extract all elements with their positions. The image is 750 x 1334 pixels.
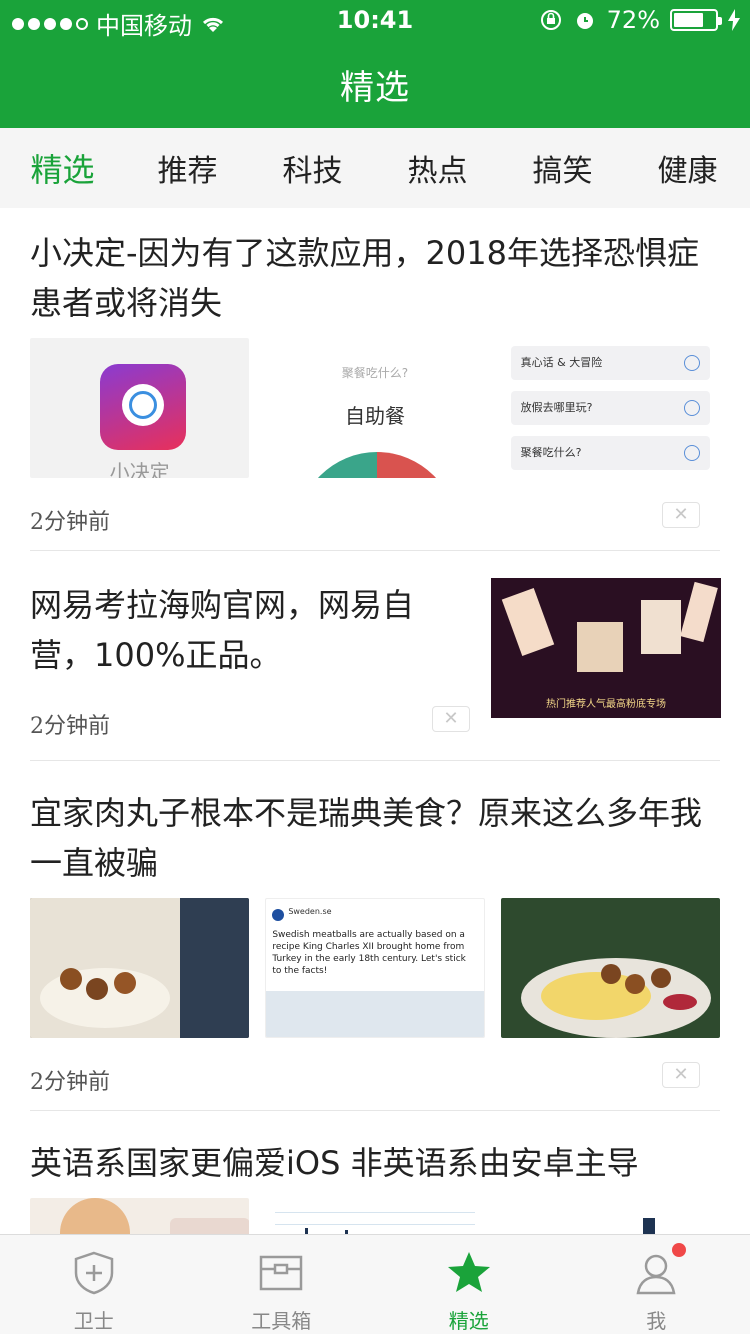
bottom-nav: 卫士 工具箱 精选 我 bbox=[0, 1234, 750, 1334]
app-icon-image: 小决定 bbox=[30, 338, 250, 478]
battery-icon bbox=[670, 9, 722, 31]
notification-badge bbox=[672, 1243, 686, 1257]
article-time: 2分钟前 bbox=[30, 1070, 110, 1095]
news-feed[interactable]: 小决定-因为有了这款应用，2018年选择恐惧症患者或将消失 小决定 聚餐吃什么?… bbox=[0, 208, 750, 1234]
wheel-image: 聚餐吃什么? 自助餐 bbox=[265, 338, 485, 478]
decision-list-item: 聚餐吃什么? bbox=[510, 436, 710, 470]
ad-caption: 热门推荐人气最高粉底专场 bbox=[546, 699, 666, 710]
nav-label: 工具箱 bbox=[251, 1309, 312, 1333]
dismiss-button[interactable]: ✕ bbox=[432, 706, 470, 732]
article-title[interactable]: 网易考拉海购官网，网易自营，100%正品。 bbox=[30, 580, 450, 680]
nav-me[interactable]: 我 bbox=[563, 1235, 750, 1334]
battery-fill bbox=[674, 13, 703, 27]
cosmetics-ad-image: 热门推荐人气最高粉底专场 bbox=[491, 578, 721, 718]
market-share-chart-image bbox=[265, 1198, 485, 1234]
battery-percent: 72% bbox=[606, 6, 660, 34]
article-card[interactable]: 网易考拉海购官网，网易自营，100%正品。 热门推荐人气最高粉底专场 2分钟前 … bbox=[30, 578, 721, 742]
article-images: Sweden.se Swedish meatballs are actually… bbox=[30, 898, 720, 1038]
article-images bbox=[30, 1198, 720, 1234]
top-bar: 中国移动 10:41 72% 精选 bbox=[0, 0, 750, 128]
article-card[interactable]: 宜家肉丸子根本不是瑞典美食？原来这么多年我一直被骗 Sweden.se Swed… bbox=[30, 788, 720, 1098]
article-card[interactable]: 小决定-因为有了这款应用，2018年选择恐惧症患者或将消失 小决定 聚餐吃什么?… bbox=[30, 228, 720, 538]
divider bbox=[30, 760, 720, 761]
shield-plus-icon bbox=[74, 1251, 113, 1295]
alarm-icon bbox=[576, 13, 593, 29]
person-icon bbox=[636, 1254, 676, 1295]
nav-label: 精选 bbox=[448, 1309, 489, 1333]
decision-list-item: 放假去哪里玩? bbox=[510, 391, 710, 425]
divider bbox=[30, 1110, 720, 1111]
info-icon bbox=[683, 355, 700, 371]
tab-tech[interactable]: 科技 bbox=[250, 146, 375, 190]
article-images: 小决定 聚餐吃什么? 自助餐 真心话 & 大冒险 放假去哪里玩? 聚餐吃什么? bbox=[30, 338, 720, 478]
tab-health[interactable]: 健康 bbox=[625, 146, 750, 190]
article-card[interactable]: 英语系国家更偏爱iOS 非英语系由安卓主导 bbox=[30, 1138, 720, 1234]
nav-guard[interactable]: 卫士 bbox=[0, 1235, 188, 1334]
article-title[interactable]: 宜家肉丸子根本不是瑞典美食？原来这么多年我一直被骗 bbox=[30, 788, 720, 888]
tweet-screenshot: Sweden.se Swedish meatballs are actually… bbox=[265, 898, 485, 1038]
info-icon bbox=[683, 400, 700, 416]
rotation-lock-icon bbox=[540, 10, 561, 30]
app-name-label: 小决定 bbox=[109, 460, 170, 478]
bar-chart-image bbox=[500, 1198, 720, 1234]
nav-label: 我 bbox=[646, 1309, 667, 1333]
tab-funny[interactable]: 搞笑 bbox=[500, 146, 625, 190]
tweet-text: Swedish meatballs are actually based on … bbox=[272, 930, 466, 976]
decision-list-item: 真心话 & 大冒险 bbox=[510, 346, 710, 380]
nav-featured[interactable]: 精选 bbox=[375, 1235, 563, 1334]
article-time: 2分钟前 bbox=[30, 510, 110, 535]
status-bar: 中国移动 10:41 72% bbox=[0, 0, 750, 40]
phone-photo bbox=[30, 1198, 250, 1234]
dismiss-button[interactable]: ✕ bbox=[662, 1062, 700, 1088]
wheel-answer: 自助餐 bbox=[344, 404, 405, 428]
article-time: 2分钟前 bbox=[30, 714, 110, 739]
article-title[interactable]: 英语系国家更偏爱iOS 非英语系由安卓主导 bbox=[30, 1138, 720, 1188]
tab-recommended[interactable]: 推荐 bbox=[125, 146, 250, 190]
wheel-question: 聚餐吃什么? bbox=[341, 366, 409, 380]
nav-toolbox[interactable]: 工具箱 bbox=[188, 1235, 376, 1334]
nav-label: 卫士 bbox=[73, 1309, 114, 1333]
dismiss-button[interactable]: ✕ bbox=[662, 502, 700, 528]
ikea-meatballs-photo bbox=[30, 898, 250, 1038]
tweet-account: Sweden.se bbox=[288, 907, 332, 916]
category-tabs: 精选 推荐 科技 热点 搞笑 健康 bbox=[0, 128, 750, 208]
star-icon bbox=[447, 1252, 490, 1292]
charging-bolt-icon bbox=[728, 9, 740, 31]
tab-featured[interactable]: 精选 bbox=[0, 145, 125, 191]
tab-hot[interactable]: 热点 bbox=[375, 146, 500, 190]
meatball-dish-photo bbox=[500, 898, 720, 1038]
toolbox-icon bbox=[260, 1255, 303, 1291]
divider bbox=[30, 550, 720, 551]
page-title: 精选 bbox=[340, 68, 410, 108]
decision-list-image: 真心话 & 大冒险 放假去哪里玩? 聚餐吃什么? bbox=[500, 338, 720, 478]
article-title[interactable]: 小决定-因为有了这款应用，2018年选择恐惧症患者或将消失 bbox=[30, 228, 720, 328]
info-icon bbox=[683, 445, 700, 461]
